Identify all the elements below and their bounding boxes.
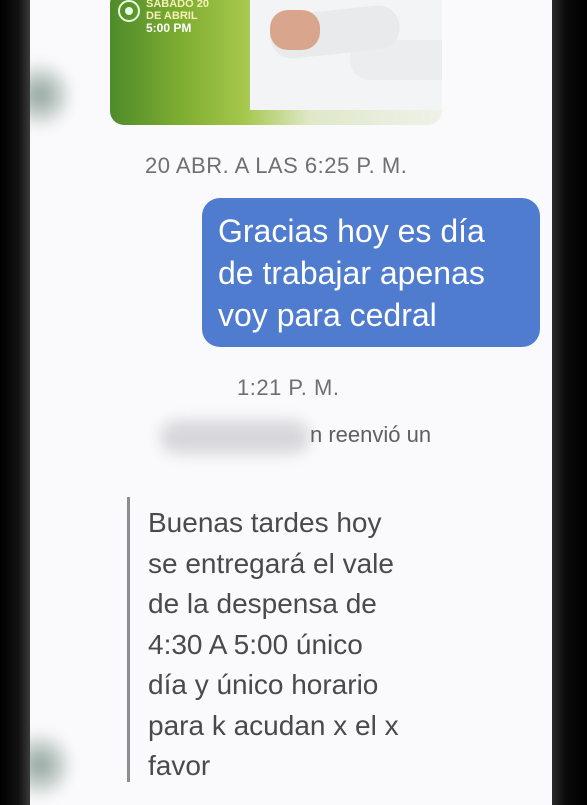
forwarded-message-line: de la despensa de [148, 588, 377, 619]
chat-screen: SÁBADO 20 DE ABRIL 5:00 PM 20 ABR. A LAS… [30, 0, 552, 805]
message-time: 1:21 P. M. [237, 375, 340, 400]
outgoing-message-line: Gracias hoy es día [218, 213, 485, 249]
blurred-avatar-top [30, 60, 70, 130]
blurred-avatar-bottom [30, 730, 70, 800]
outgoing-message-line: de trabajar apenas [218, 255, 485, 291]
forwarded-message-line: se entregará el vale [148, 547, 394, 579]
forward-notice: n reenvió un [160, 420, 470, 460]
forwarded-message[interactable]: Buenas tardes hoy se entregará el vale d… [148, 503, 399, 787]
forward-notice-text: n reenvió un [310, 422, 432, 447]
forwarded-message-line: favor [148, 750, 211, 781]
event-time: 5:00 PM [146, 21, 192, 35]
photo-border-right [552, 0, 587, 805]
event-day: SÁBADO 20 [146, 0, 209, 10]
forwarded-message-line: Buenas tardes hoy [148, 507, 382, 538]
forwarded-message-line: para k acudan x el x [148, 709, 399, 741]
photo-border-left [0, 0, 30, 805]
image-attachment-preview[interactable]: SÁBADO 20 DE ABRIL 5:00 PM [110, 0, 442, 125]
event-date-text: SÁBADO 20 DE ABRIL 5:00 PM [146, 0, 209, 34]
outgoing-message-line: voy para cedral [218, 297, 437, 333]
event-logo-icon [118, 0, 140, 22]
forwarded-message-line: 4:30 A 5:00 único [148, 628, 363, 660]
blurred-sender-name [160, 420, 310, 454]
date-separator: 20 ABR. A LAS 6:25 P. M. [145, 153, 408, 178]
person-photo [230, 0, 442, 110]
forwarded-message-line: día y único horario [148, 669, 379, 700]
forwarded-quote-bar [127, 497, 130, 782]
outgoing-message-bubble[interactable]: Gracias hoy es día de trabajar apenas vo… [202, 198, 540, 347]
